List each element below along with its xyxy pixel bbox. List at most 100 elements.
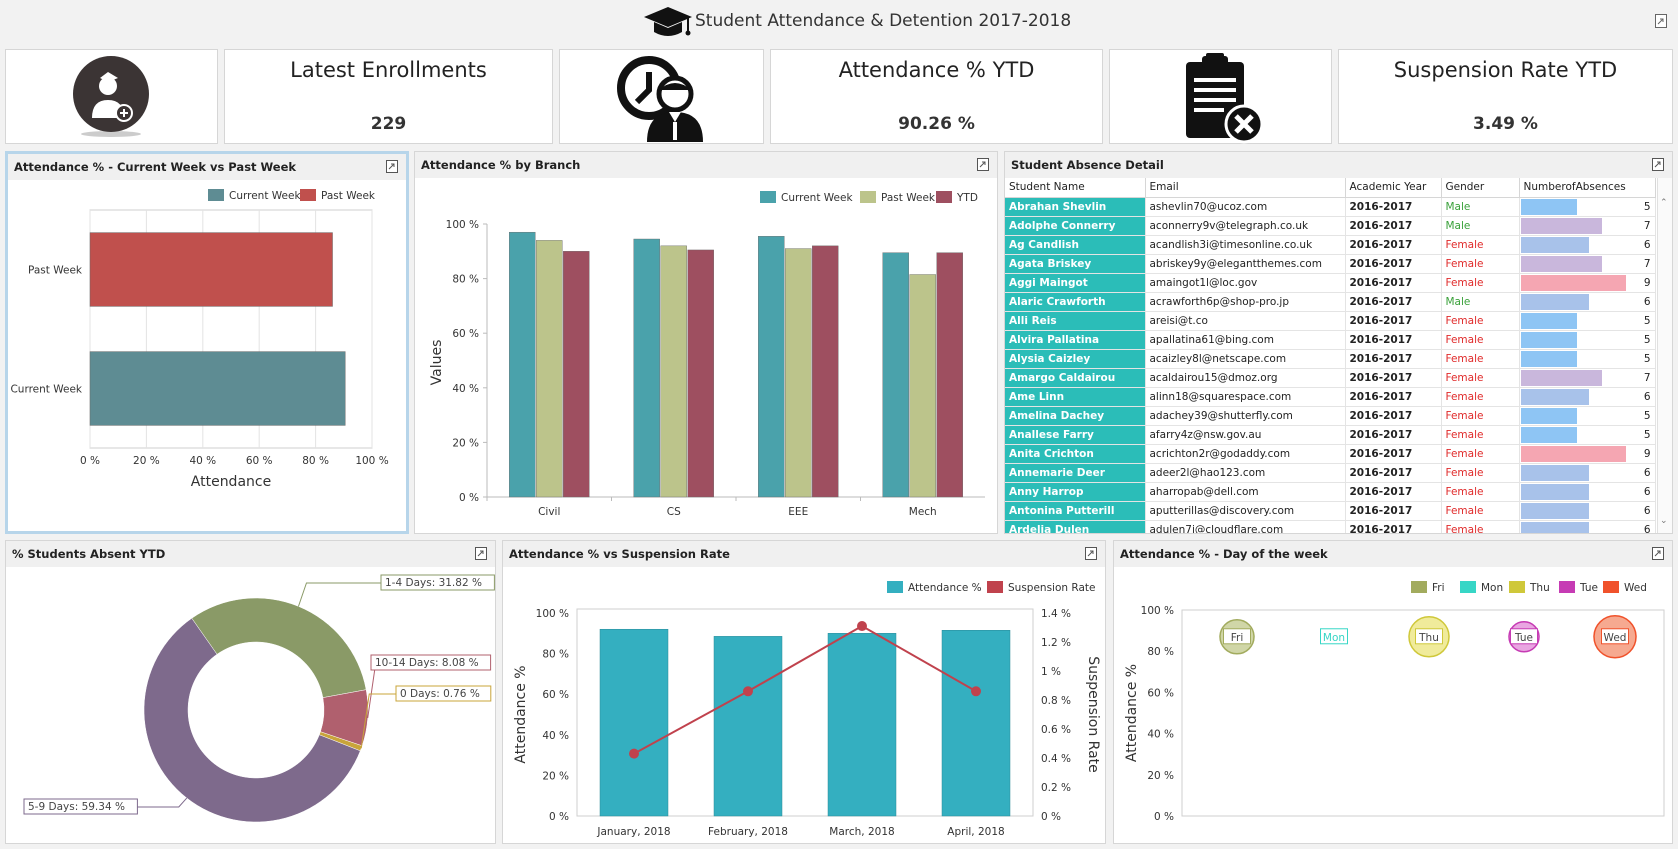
absences-value: 5 xyxy=(1643,314,1651,327)
table-row[interactable]: Ardelia Dulen adulen7i@cloudflare.com 2016… xyxy=(1005,520,1656,533)
absences-databar xyxy=(1520,312,1578,329)
academic-year-cell: 2016-2017 xyxy=(1345,501,1442,521)
email-cell: ashevlin70@ucoz.com xyxy=(1145,197,1346,217)
week-chart: Current Week Past Week 0 % 20 % 40 % 60 % 80 %… xyxy=(10,189,389,490)
column-header[interactable]: Gender xyxy=(1441,178,1520,198)
table-row[interactable]: Amelina Dachey adachey39@shutterfly.com 20… xyxy=(1005,406,1656,426)
absences-databar xyxy=(1520,426,1578,443)
table-row[interactable]: Agata Briskey abriskey9y@elegantthemes.co… xyxy=(1005,254,1656,274)
y-tick-label: 0 % xyxy=(549,811,569,823)
clock-person-icon xyxy=(617,56,703,142)
legend-label: Thu xyxy=(1529,582,1550,594)
absences-cell: 5 xyxy=(1519,311,1656,331)
absences-databar xyxy=(1520,236,1590,253)
table-row[interactable]: Adolphe Connerry aconnerry9v@telegraph.co… xyxy=(1005,216,1656,236)
bar-past-week xyxy=(536,240,563,498)
student-name-cell: Anny Harrop xyxy=(1005,482,1146,502)
branch-panel: Attendance % by Branch Current Week Past … xyxy=(414,151,998,534)
y-tick-label: 20 % xyxy=(542,770,569,782)
gender-cell: Male xyxy=(1441,197,1520,217)
table-row[interactable]: Antonina Putterill aputterillas@discovery… xyxy=(1005,501,1656,521)
y2-tick-label: 0 % xyxy=(1041,811,1061,823)
y-tick-label: 60 % xyxy=(452,328,479,340)
bar-ytd xyxy=(936,252,963,498)
absences-cell: 6 xyxy=(1519,235,1656,255)
table-row[interactable]: Alvira Pallatina apallatina61@bing.com 201… xyxy=(1005,330,1656,350)
column-header[interactable]: NumberofAbsences xyxy=(1519,178,1656,198)
legend-label: YTD xyxy=(956,192,978,204)
x-tick-label: 40 % xyxy=(189,455,216,467)
gender-cell: Male xyxy=(1441,216,1520,236)
y2-axis-label: Suspension Rate xyxy=(1085,656,1101,773)
student-name-cell: Abrahan Shevlin xyxy=(1005,197,1146,217)
absences-cell: 6 xyxy=(1519,387,1656,407)
table-row[interactable]: Alli Reis areisi@t.co 2016-2017 Female 5 xyxy=(1005,311,1656,331)
vertical-scrollbar[interactable]: ⌃ ⌄ xyxy=(1657,178,1672,533)
bar-past-week xyxy=(785,248,812,498)
attendance-ytd-kpi: Attendance % YTD 90.26 % xyxy=(770,49,1103,144)
student-name-cell: Adolphe Connerry xyxy=(1005,216,1146,236)
gender-cell: Female xyxy=(1441,425,1520,445)
x-tick-label: 100 % xyxy=(355,455,388,467)
column-header[interactable]: Student Name xyxy=(1005,178,1146,198)
y-tick-label: Current Week xyxy=(10,384,82,396)
export-icon[interactable] xyxy=(1652,158,1664,171)
table-row[interactable]: Abrahan Shevlin ashevlin70@ucoz.com 2016-2… xyxy=(1005,197,1656,217)
column-header[interactable]: Academic Year xyxy=(1345,178,1442,198)
suspension-point xyxy=(743,686,753,697)
email-cell: acrichton2r@godaddy.com xyxy=(1145,444,1346,464)
kpi-value: 229 xyxy=(370,114,407,134)
export-icon[interactable] xyxy=(475,547,487,560)
clipboard-cancel-icon xyxy=(1186,53,1264,144)
table-row[interactable]: Anita Crichton acrichton2r@godaddy.com 201… xyxy=(1005,444,1656,464)
table-row[interactable]: Ame Linn alinn18@squarespace.com 2016-2017… xyxy=(1005,387,1656,407)
email-cell: abriskey9y@elegantthemes.com xyxy=(1145,254,1346,274)
absences-databar xyxy=(1520,217,1602,234)
legend-swatch xyxy=(887,581,903,593)
column-header[interactable]: Email xyxy=(1145,178,1346,198)
absences-cell: 5 xyxy=(1519,425,1656,445)
scroll-down-arrow[interactable]: ⌄ xyxy=(1660,516,1668,526)
absences-value: 5 xyxy=(1643,333,1651,346)
absences-cell: 6 xyxy=(1519,482,1656,502)
academic-year-cell: 2016-2017 xyxy=(1345,406,1442,426)
table-row[interactable]: Annemarie Deer adeer2l@hao123.com 2016-201… xyxy=(1005,463,1656,483)
table-row[interactable]: Anallese Farry afarry4z@nsw.gov.au 2016-20… xyxy=(1005,425,1656,445)
export-icon[interactable] xyxy=(1652,547,1664,560)
legend-label: Tue xyxy=(1579,582,1598,594)
table-row[interactable]: Anny Harrop aharropab@dell.com 2016-2017 Fe… xyxy=(1005,482,1656,502)
gender-cell: Female xyxy=(1441,482,1520,502)
y-tick-label: 40 % xyxy=(542,730,569,742)
table-row[interactable]: Ag Candlish acandlish3i@timesonline.co.uk… xyxy=(1005,235,1656,255)
email-cell: aconnerry9v@telegraph.co.uk xyxy=(1145,216,1346,236)
week-comparison-panel: Attendance % - Current Week vs Past Week… xyxy=(5,151,409,534)
absences-value: 6 xyxy=(1643,238,1651,251)
student-name-cell: Amargo Caldairou xyxy=(1005,368,1146,388)
email-cell: aputterillas@discovery.com xyxy=(1145,501,1346,521)
scroll-up-arrow[interactable]: ⌃ xyxy=(1660,198,1668,208)
absences-value: 9 xyxy=(1643,447,1651,460)
y-tick-label: 80 % xyxy=(542,649,569,661)
bar-current-week xyxy=(758,236,785,498)
table-row[interactable]: Amargo Caldairou acaldairou15@dmoz.org 201… xyxy=(1005,368,1656,388)
absences-cell: 6 xyxy=(1519,501,1656,521)
bar-past-week xyxy=(909,274,936,498)
suspension-panel: Attendance % vs Suspension Rate Attendan… xyxy=(502,540,1106,844)
export-icon[interactable] xyxy=(977,158,989,171)
table-row[interactable]: Aggi Maingot amaingot1l@loc.gov 2016-2017 F… xyxy=(1005,273,1656,293)
y2-tick-label: 0.4 % xyxy=(1041,753,1071,765)
y-tick-label: 60 % xyxy=(1147,687,1174,699)
table-row[interactable]: Alysia Caizley acaizley8l@netscape.com 201… xyxy=(1005,349,1656,369)
y2-tick-label: 0.2 % xyxy=(1041,782,1071,794)
gender-cell: Female xyxy=(1441,444,1520,464)
export-icon[interactable] xyxy=(1655,14,1667,28)
y-tick-label: 100 % xyxy=(1141,605,1174,617)
absence-grid[interactable]: Student Name Email Academic Year Gender Numb… xyxy=(1005,178,1672,533)
bar-past-week xyxy=(660,245,687,498)
table-row[interactable]: Alaric Crawforth acrawforth6p@shop-pro.jp… xyxy=(1005,292,1656,312)
absences-cell: 7 xyxy=(1519,216,1656,236)
email-cell: afarry4z@nsw.gov.au xyxy=(1145,425,1346,445)
student-name-cell: Anallese Farry xyxy=(1005,425,1146,445)
export-icon[interactable] xyxy=(386,160,398,173)
export-icon[interactable] xyxy=(1085,547,1097,560)
